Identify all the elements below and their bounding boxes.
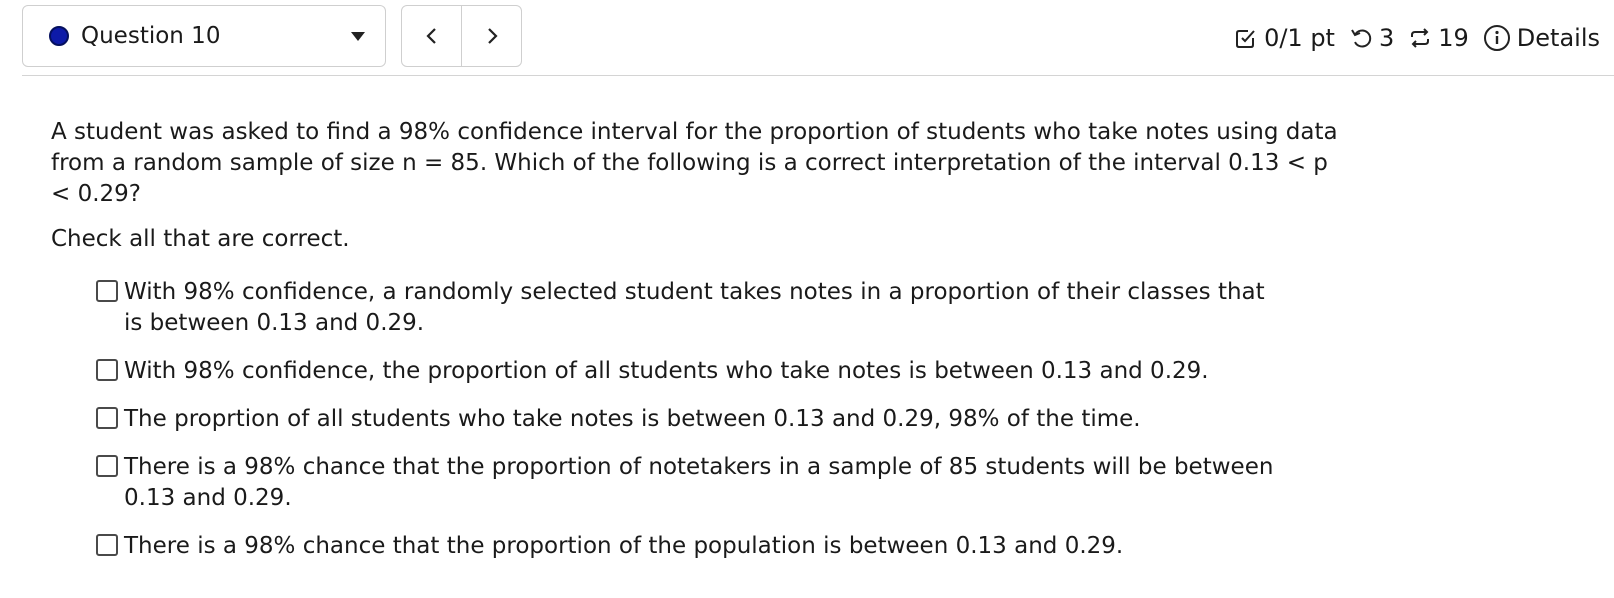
info-icon — [1483, 25, 1510, 51]
option-1-checkbox[interactable] — [96, 280, 118, 302]
attempts-indicator: 3 — [1349, 24, 1394, 52]
option-5-checkbox[interactable] — [96, 534, 118, 556]
option-5-label: There is a 98% chance that the proportio… — [124, 533, 1124, 559]
question-instruction: Check all that are correct. — [51, 226, 350, 252]
status-dot-icon — [49, 26, 69, 46]
option-4-label: There is a 98% chance that the proportio… — [124, 454, 1274, 511]
question-pager — [401, 5, 522, 67]
attempts-count: 3 — [1378, 24, 1395, 52]
option-1-label: With 98% confidence, a randomly selected… — [124, 279, 1265, 336]
question-label: Question 10 — [81, 23, 221, 49]
option-2-checkbox[interactable] — [96, 359, 118, 381]
option-4-checkbox[interactable] — [96, 455, 118, 477]
retry-icon — [1351, 29, 1372, 48]
header-divider — [22, 75, 1614, 76]
question-meta: 0/1 pt 3 19 Details — [1234, 18, 1600, 58]
option-2-label: With 98% confidence, the proportion of a… — [124, 358, 1209, 384]
option-1[interactable]: With 98% confidence, a randomly selected… — [96, 277, 1346, 356]
score-text: 0/1 pt — [1264, 24, 1335, 52]
option-5[interactable]: There is a 98% chance that the proportio… — [96, 531, 1346, 571]
answer-options: With 98% confidence, a randomly selected… — [96, 277, 1346, 571]
chevron-right-icon — [487, 28, 498, 44]
versions-indicator: 19 — [1408, 24, 1469, 52]
option-3-label: The proprtion of all students who take n… — [124, 406, 1141, 432]
option-3[interactable]: The proprtion of all students who take n… — [96, 404, 1346, 452]
chevron-left-icon — [425, 28, 436, 44]
previous-question-button[interactable] — [402, 6, 461, 66]
caret-down-icon — [351, 31, 365, 41]
repeat-icon — [1411, 28, 1430, 48]
option-3-checkbox[interactable] — [96, 407, 118, 429]
question-text: A student was asked to find a 98% confid… — [51, 119, 1338, 207]
question-select[interactable]: Question 10 — [22, 5, 386, 67]
next-question-button[interactable] — [461, 6, 521, 66]
score-indicator: 0/1 pt — [1234, 24, 1335, 52]
versions-count: 19 — [1438, 24, 1469, 52]
option-4[interactable]: There is a 98% chance that the proportio… — [96, 452, 1346, 531]
option-2[interactable]: With 98% confidence, the proportion of a… — [96, 356, 1346, 404]
details-label: Details — [1516, 24, 1600, 52]
checkbox-checked-icon — [1236, 30, 1255, 48]
details-button[interactable]: Details — [1483, 24, 1600, 52]
